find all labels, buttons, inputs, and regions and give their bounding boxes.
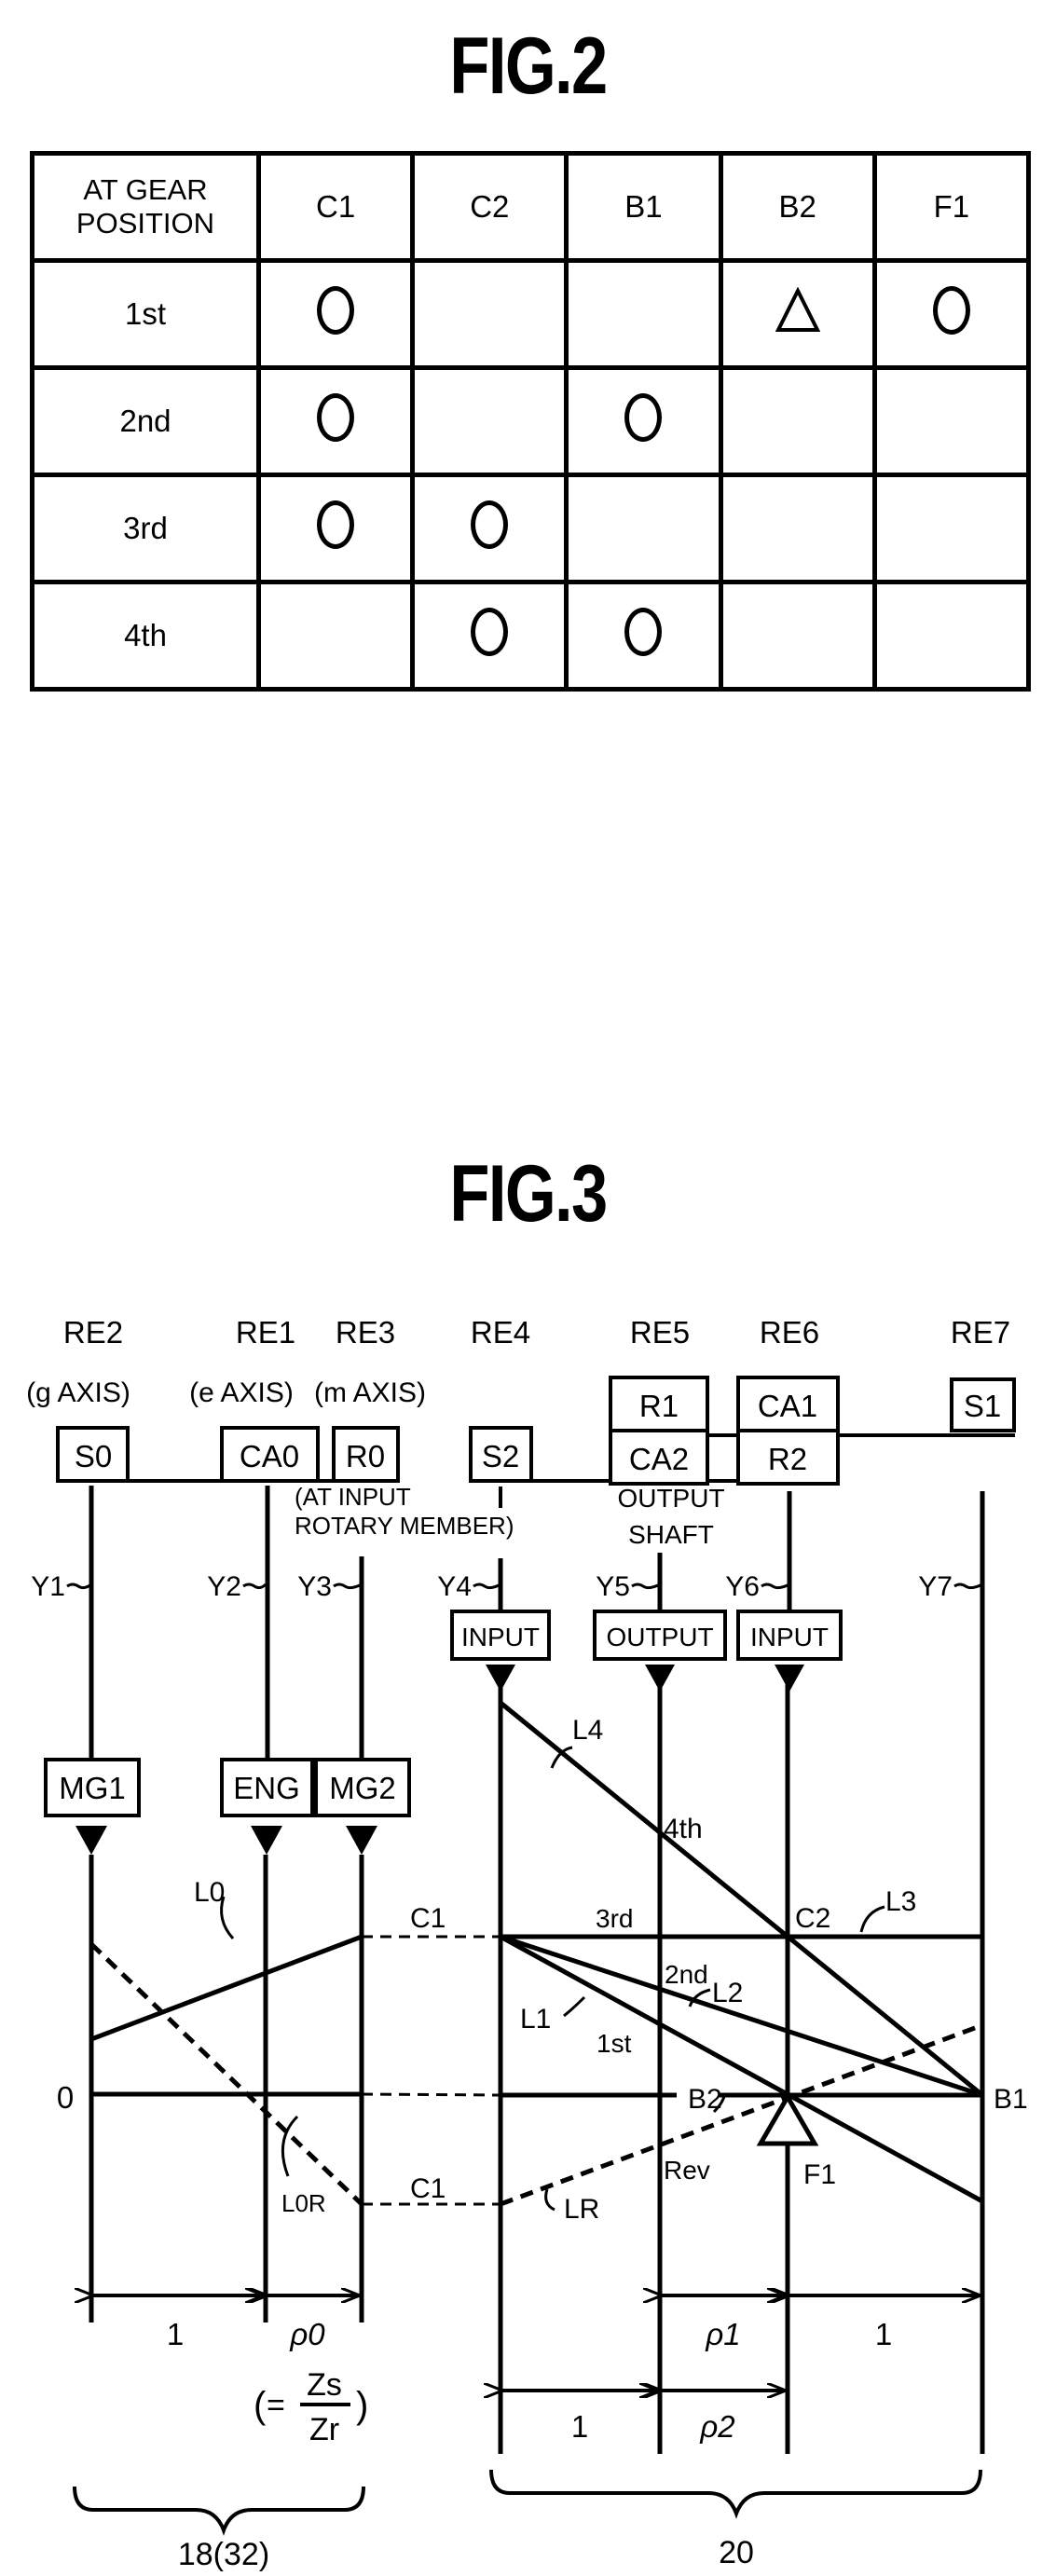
axis-label-re1: RE1 [236,1315,295,1350]
output-label-y5: OUTPUT [606,1623,713,1651]
note-input-rotary-line1: (AT INPUT [295,1483,411,1511]
dim-label-left-unit-2: 1 [571,2409,588,2444]
axis-label-re3: RE3 [336,1315,395,1350]
note-input-rotary-line2: ROTARY MEMBER) [295,1512,514,1540]
axis-label-re7: RE7 [951,1315,1010,1350]
eng-arrow [251,1826,282,1855]
input-label-y6: INPUT [750,1623,829,1651]
formula-open: ( [254,2385,267,2426]
label-rev: Rev [664,2156,710,2185]
label-4th: 4th [664,1814,703,1844]
input-arrow-y6 [775,1665,804,1692]
axis-label-re6: RE6 [760,1315,819,1350]
element-ca1: CA1 [758,1389,817,1423]
y-label-y6: Y6 [725,1571,760,1602]
formula-equals: = [267,2388,285,2423]
y-label-y7: Y7 [918,1571,953,1602]
mg1-arrow [75,1826,107,1855]
note-output-shaft-line2: SHAFT [628,1520,714,1549]
element-ca0: CA0 [240,1439,299,1473]
line-l0r [89,1942,363,2206]
mg1-label: MG1 [59,1771,126,1805]
group-label-right: 20 [719,2535,754,2570]
y-label-y2: Y2 [207,1571,241,1602]
group-label-left: 18(32) [178,2537,269,2572]
label-c2: C2 [795,1903,830,1934]
label-b2: B2 [688,2084,722,2115]
y-label-y3: Y3 [297,1571,332,1602]
label-f1: F1 [803,2159,836,2190]
y-label-y4: Y4 [437,1571,472,1602]
label-3rd: 3rd [596,1904,633,1933]
axis-name-g: (g AXIS) [26,1377,130,1408]
line-lr [500,2022,983,2207]
axis-name-e: (e AXIS) [189,1377,294,1408]
label-c1-lower: C1 [410,2173,446,2204]
mg2-label: MG2 [329,1771,396,1805]
label-l1: L1 [520,2004,551,2035]
element-r2: R2 [768,1442,807,1476]
label-l4: L4 [572,1715,603,1746]
label-c1-upper: C1 [410,1903,446,1934]
brace-right [489,2469,982,2519]
element-s1: S1 [964,1389,1001,1423]
label-l3: L3 [885,1886,916,1917]
zero-link-dashed [361,2092,501,2097]
element-r0: R0 [346,1439,385,1473]
label-l0r: L0R [281,2189,326,2217]
label-l2: L2 [712,1978,743,2008]
dim-label-rho1: ρ1 [705,2317,740,2351]
collinear-diagram: RE2 RE1 RE3 RE4 RE5 RE6 RE7 (g AXIS) (e … [26,1315,1028,2572]
element-s0: S0 [75,1439,112,1473]
axis-label-re5: RE5 [630,1315,690,1350]
axis-label-re4: RE4 [471,1315,530,1350]
y-label-y5: Y5 [596,1571,630,1602]
formula-numerator: Zs [307,2367,342,2403]
element-ca2: CA2 [629,1442,689,1476]
label-l0: L0 [194,1877,225,1908]
label-lr: LR [564,2194,599,2225]
zero-label: 0 [57,2080,74,2115]
input-arrow-y4 [486,1665,515,1692]
dim-label-rho2: ρ2 [699,2409,734,2444]
mg2-arrow [346,1826,377,1855]
formula-close: ) [356,2385,368,2426]
rho0-formula: ( = Zs Zr ) [254,2367,368,2447]
eng-label: ENG [233,1771,300,1805]
note-output-shaft-line1: OUTPUT [617,1484,724,1513]
element-r1: R1 [639,1389,679,1423]
axis-label-re2: RE2 [63,1315,123,1350]
label-1st: 1st [597,2029,632,2058]
label-b1: B1 [994,2084,1028,2115]
input-label-y4: INPUT [461,1623,540,1651]
brace-left [73,2486,365,2536]
element-s2: S2 [482,1439,519,1473]
dim-label-rho0: ρ0 [289,2317,325,2351]
output-arrow-y5 [645,1665,675,1692]
line-l0 [90,1934,363,2042]
formula-denominator: Zr [309,2412,339,2447]
axis-name-m: (m AXIS) [314,1377,426,1408]
dim-label-left-unit: 1 [167,2317,184,2351]
dim-label-right-unit: 1 [875,2317,892,2351]
label-2nd: 2nd [665,1960,708,1989]
y-label-y1: Y1 [31,1571,65,1602]
